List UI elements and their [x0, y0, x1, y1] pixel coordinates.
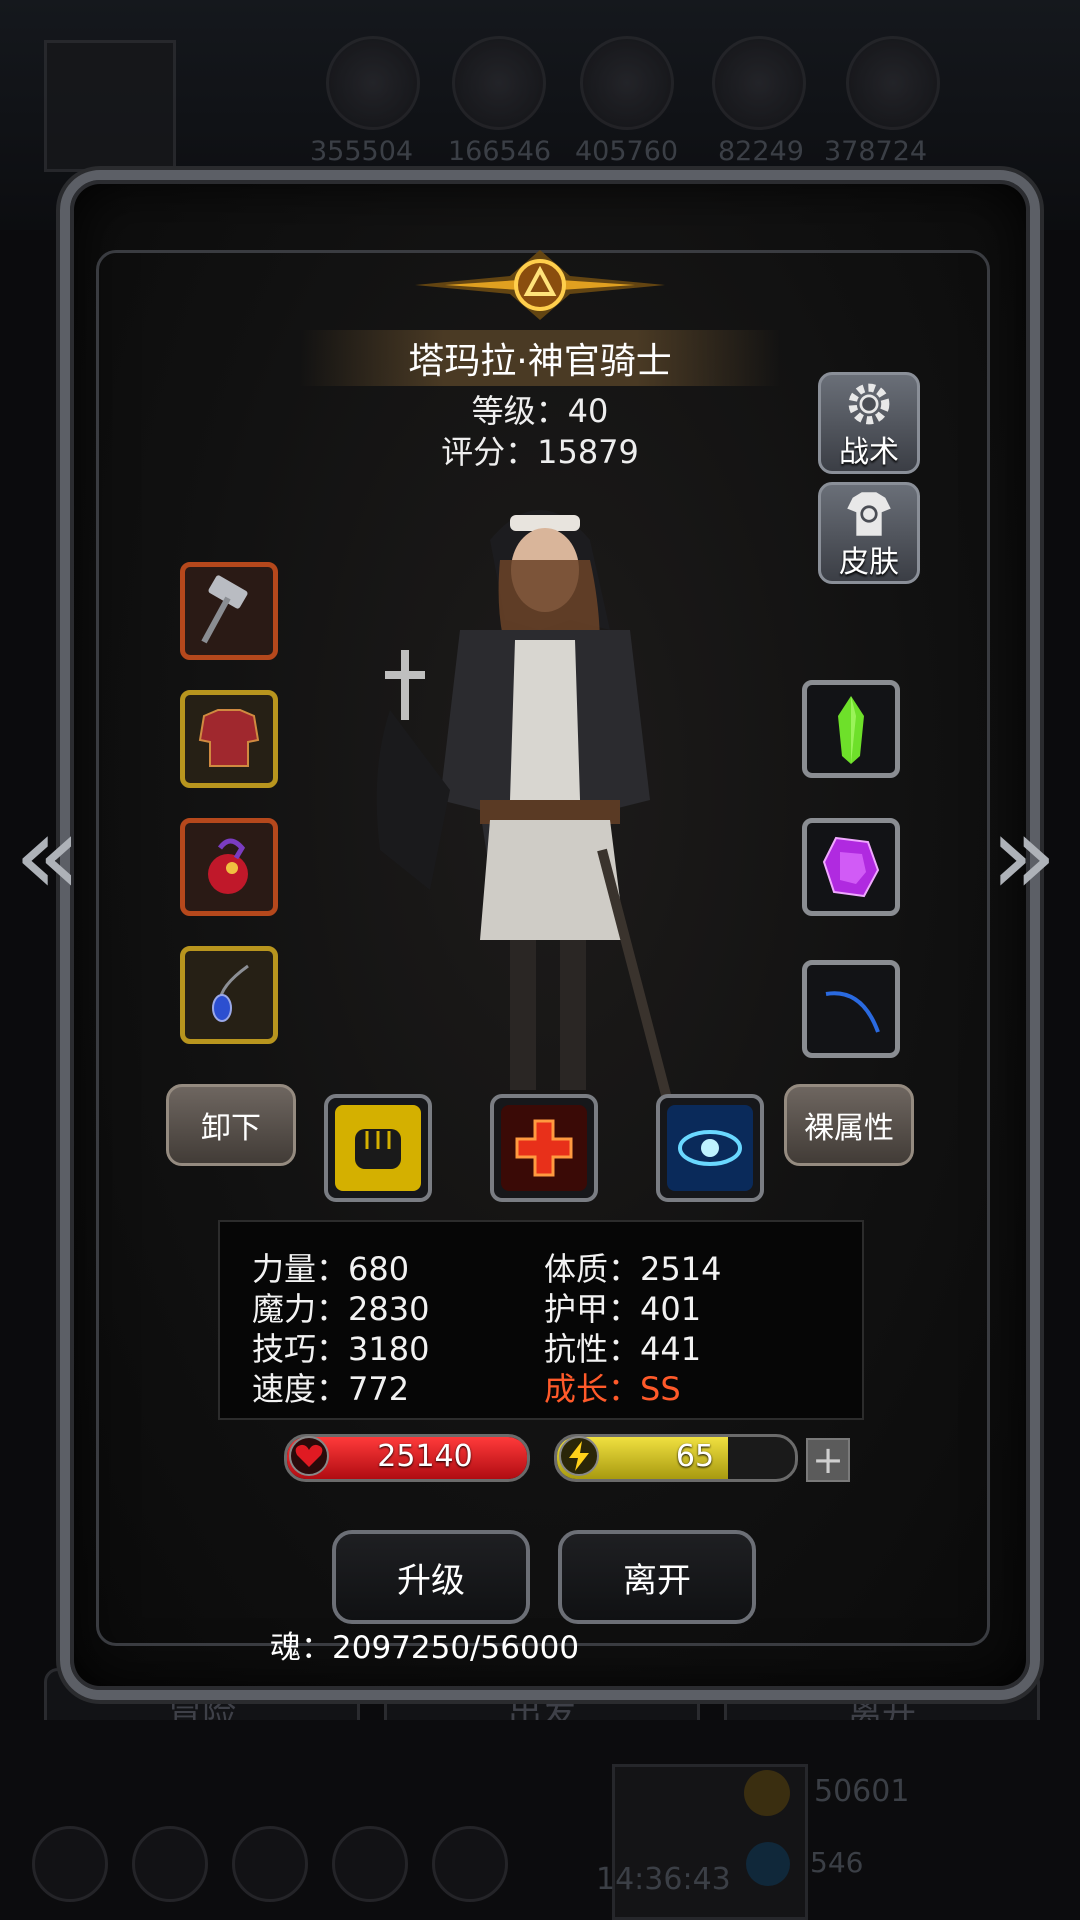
vision-skill[interactable]	[656, 1094, 764, 1202]
unequip-button[interactable]: 卸下	[166, 1084, 296, 1166]
stat-speed: 速度：772	[252, 1370, 410, 1408]
add-energy-button[interactable]: +	[806, 1438, 850, 1482]
necklace-slot[interactable]	[180, 946, 278, 1044]
gem-slot[interactable]	[802, 818, 900, 916]
crystal-slot[interactable]	[802, 680, 900, 778]
gem-icon	[746, 1842, 790, 1886]
blue-necklace-icon	[212, 964, 249, 1022]
previous-character-arrow[interactable]: «	[14, 800, 81, 910]
resource-count: 355504	[310, 136, 414, 167]
shirt-icon	[847, 492, 891, 536]
soul-counter: 魂：2097250/56000	[270, 1630, 580, 1666]
menu-icon	[332, 1826, 408, 1902]
armor-slot[interactable]	[180, 690, 278, 788]
next-character-arrow[interactable]: »	[990, 800, 1057, 910]
character-portrait	[376, 510, 675, 1110]
skin-label: 皮肤	[839, 545, 899, 580]
purple-gem-icon	[822, 836, 880, 898]
hammer-icon	[201, 575, 248, 644]
upgrade-button[interactable]: 升级	[332, 1530, 530, 1624]
menu-icon	[432, 1826, 508, 1902]
lightning-icon	[559, 1436, 599, 1476]
red-cross-icon	[501, 1105, 587, 1191]
weapon-slot[interactable]	[180, 562, 278, 660]
skin-button[interactable]: 皮肤	[818, 482, 920, 584]
clock: 14:36:43	[596, 1862, 731, 1897]
tactics-label: 战术	[839, 435, 899, 470]
red-armor-icon	[198, 709, 260, 767]
gold-count: 50601	[814, 1774, 910, 1809]
resource-icon	[580, 36, 674, 130]
red-amulet-icon	[208, 838, 248, 894]
gold-coin-icon	[744, 1770, 790, 1816]
tactics-button[interactable]: 战术	[818, 372, 920, 474]
resource-count: 166546	[448, 136, 552, 167]
gear-icon	[848, 383, 890, 425]
energy-value: 65	[675, 1439, 715, 1474]
fist-skill[interactable]	[324, 1094, 432, 1202]
hp-value: 25140	[377, 1439, 473, 1474]
fist-icon	[335, 1105, 421, 1191]
resource-icon	[326, 36, 420, 130]
character-name: 塔玛拉·神官骑士	[300, 330, 780, 386]
bow-slot[interactable]	[802, 960, 900, 1058]
eye-icon	[667, 1105, 753, 1191]
blue-bow-icon	[825, 991, 880, 1033]
resource-icon	[846, 36, 940, 130]
resource-icon	[712, 36, 806, 130]
bare-attributes-button[interactable]: 裸属性	[784, 1084, 914, 1166]
menu-icon	[32, 1826, 108, 1902]
heal-skill[interactable]	[490, 1094, 598, 1202]
menu-icon	[232, 1826, 308, 1902]
menu-icon	[132, 1826, 208, 1902]
heart-icon	[289, 1436, 329, 1476]
green-crystal-icon	[838, 696, 864, 764]
stat-growth: 成长：SS	[544, 1370, 681, 1408]
gem-count: 546	[810, 1846, 864, 1879]
resource-count: 378724	[824, 136, 928, 167]
resource-count: 405760	[575, 136, 679, 167]
resource-icon	[452, 36, 546, 130]
leave-button[interactable]: 离开	[558, 1530, 756, 1624]
accessory-slot[interactable]	[180, 818, 278, 916]
resource-count: 82249	[718, 136, 804, 167]
emblem-icon	[415, 250, 665, 320]
player-avatar	[44, 40, 176, 172]
